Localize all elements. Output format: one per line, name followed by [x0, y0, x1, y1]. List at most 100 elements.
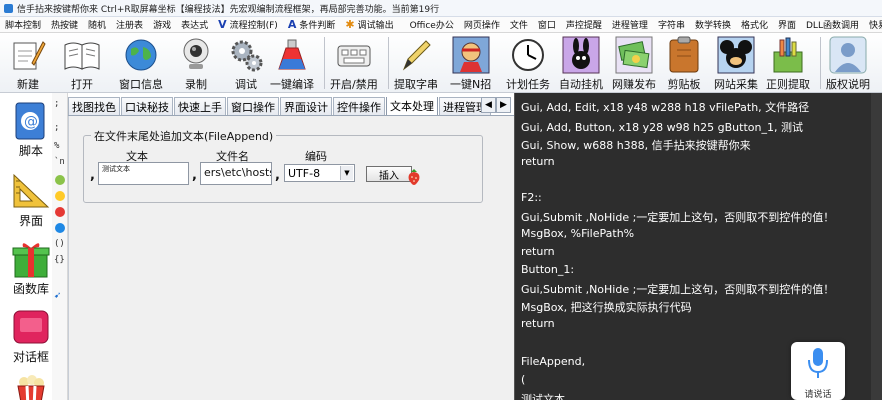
menu-item-dll[interactable]: DLL函数调用 — [801, 18, 864, 31]
menu-item-game[interactable]: 游戏 — [148, 18, 176, 31]
menu-item-format[interactable]: 格式化 — [736, 18, 773, 31]
yellow-dot-icon[interactable] — [55, 191, 65, 201]
tab-label: 文本处理 — [390, 100, 434, 113]
symbol-semicolon[interactable]: ; — [54, 123, 59, 133]
menu-item-quick[interactable]: 快易通 — [864, 18, 882, 31]
copyright-button[interactable]: 版权说明 — [826, 36, 870, 92]
menu-item-process[interactable]: 进程管理 — [607, 18, 653, 31]
debug-label: 调试 — [235, 78, 257, 91]
menu-item-expression[interactable]: 表达式 — [176, 18, 213, 31]
menu-item-hotkey[interactable]: 热按键 — [46, 18, 83, 31]
menu-item-script-control[interactable]: 脚本控制 — [0, 18, 46, 31]
compile-button[interactable]: 一键编译 — [270, 36, 314, 92]
menu-item-label: DLL函数调用 — [806, 21, 859, 31]
tab-scroll-left-icon[interactable]: ◀ — [481, 97, 496, 113]
menu-item-flow-control[interactable]: V 流程控制(F) — [213, 18, 283, 31]
schedule-task-button[interactable]: 计划任务 — [506, 36, 550, 92]
compile-label: 一键编译 — [270, 78, 314, 91]
menu-item-random[interactable]: 随机 — [83, 18, 111, 31]
tab-quick-start[interactable]: 快速上手 — [174, 97, 226, 115]
ninja-icon — [451, 36, 491, 74]
email-script-icon: @ — [11, 101, 51, 141]
popcorn-button[interactable] — [8, 371, 54, 400]
toolbar: 新建 打开 窗口信息 录制 调试 一键编译 开启/禁用 提取字串 一键N招 计划… — [0, 33, 882, 93]
regex-extract-button[interactable]: 正则提取 — [766, 36, 810, 92]
tab-ui-design[interactable]: 界面设计 — [280, 97, 332, 115]
menu-item-debug-output[interactable]: ✱ 调试输出 — [340, 18, 398, 31]
code-line: return — [521, 317, 555, 330]
encoding-select[interactable]: UTF-8 ▼ — [284, 164, 355, 182]
red-dot-icon[interactable] — [55, 207, 65, 217]
blue-dot-icon[interactable] — [55, 223, 65, 233]
dialog-button[interactable]: 对话框 — [8, 307, 54, 365]
tab-scroll-right-icon[interactable]: ▶ — [496, 97, 511, 113]
tab-tips[interactable]: 口诀秘技 — [121, 97, 173, 115]
one-click-button[interactable]: 一键N招 — [450, 36, 491, 92]
tab-find-image-color[interactable]: 找图找色 — [68, 97, 120, 115]
menu-item-string[interactable]: 字符串 — [653, 18, 690, 31]
tab-scroller: ◀ ▶ — [481, 97, 511, 113]
menu-item-math[interactable]: 数学转换 — [690, 18, 736, 31]
tab-window-ops[interactable]: 窗口操作 — [227, 97, 279, 115]
symbol-semicolon[interactable]: ; — [54, 99, 59, 109]
menu-item-voice[interactable]: 声控提醒 — [561, 18, 607, 31]
clipboard-button[interactable]: 剪贴板 — [664, 36, 704, 92]
new-button[interactable]: 新建 — [8, 36, 48, 92]
extract-string-button[interactable]: 提取字串 — [394, 36, 438, 92]
script-button[interactable]: @ 脚本 — [8, 101, 54, 159]
menu-item-registry[interactable]: 注册表 — [111, 18, 148, 31]
voice-input-widget[interactable]: 请说话 — [791, 342, 845, 400]
script-label: 脚本 — [18, 144, 43, 158]
tab-content: 在文件末尾处追加文本(FileAppend) 文本 文件名 编码 , 测试文本 … — [68, 116, 514, 400]
arrow-icon[interactable]: ➹ — [54, 289, 61, 302]
tools-icon — [768, 36, 808, 74]
menu-item-label: 游戏 — [153, 21, 172, 31]
tab-bar: 找图找色 口诀秘技 快速上手 窗口操作 界面设计 控件操作 文本处理 进程管理 — [68, 97, 514, 116]
code-line: Gui,Submit ,NoHide ;一定要加上这句，否则取不到控件的值！ — [521, 211, 835, 224]
menu-item-office[interactable]: Office办公 — [405, 18, 459, 31]
record-button[interactable]: 录制 — [176, 36, 216, 92]
menu-item-window[interactable]: 窗口 — [533, 18, 561, 31]
new-file-pen-icon — [8, 36, 48, 74]
function-lib-button[interactable]: 函数库 — [8, 239, 54, 297]
dialog-label: 对话框 — [12, 350, 49, 364]
menu-item-label: 脚本控制 — [5, 21, 42, 31]
symbol-braces[interactable]: {} — [54, 255, 65, 265]
menu-item-label: 进程管理 — [611, 21, 648, 31]
new-label: 新建 — [17, 78, 39, 91]
keyboard-icon — [334, 36, 374, 74]
menu-item-label: 数学转换 — [694, 21, 731, 31]
flow-v-icon: V — [218, 18, 227, 31]
tab-text-processing[interactable]: 文本处理 — [386, 97, 438, 115]
tab-control-ops[interactable]: 控件操作 — [333, 97, 385, 115]
menu-item-file[interactable]: 文件 — [505, 18, 533, 31]
symbol-newline[interactable]: `n — [54, 157, 65, 167]
window-info-button[interactable]: 窗口信息 — [119, 36, 163, 92]
open-button[interactable]: 打开 — [62, 36, 102, 92]
debug-star-icon: ✱ — [345, 18, 355, 31]
text-input[interactable]: 测试文本 — [98, 162, 189, 185]
debug-button[interactable]: 调试 — [226, 36, 266, 92]
ui-button[interactable]: 界面 — [8, 171, 54, 229]
code-line: F2:: — [521, 191, 542, 204]
symbol-parens[interactable]: () — [54, 239, 65, 249]
auto-afk-button[interactable]: 自动挂机 — [559, 36, 603, 92]
code-scrollbar[interactable] — [871, 93, 882, 400]
publish-button[interactable]: 网赚发布 — [612, 36, 656, 92]
symbol-percent[interactable]: % — [54, 141, 59, 151]
green-dot-icon[interactable] — [55, 175, 65, 185]
toolbar-separator — [820, 37, 821, 89]
filename-input[interactable]: ers\etc\hosts — [200, 162, 272, 185]
insert-label: 插入 — [379, 170, 399, 182]
mouse-icon — [716, 36, 756, 74]
toggle-enable-button[interactable]: 开启/禁用 — [330, 36, 378, 92]
menu-item-label: 字符串 — [657, 21, 685, 31]
code-line: Gui, Add, Button, x18 y28 w98 h25 gButto… — [521, 121, 803, 134]
menu-item-label: 随机 — [88, 21, 107, 31]
website-collect-button[interactable]: 网站采集 — [714, 36, 758, 92]
menu-item-condition[interactable]: A 条件判断 — [283, 18, 341, 31]
menu-item-label: 声控提醒 — [565, 21, 602, 31]
menu-item-ui[interactable]: 界面 — [773, 18, 801, 31]
menu-item-label: 调试输出 — [357, 21, 394, 31]
menu-item-web[interactable]: 网页操作 — [459, 18, 505, 31]
